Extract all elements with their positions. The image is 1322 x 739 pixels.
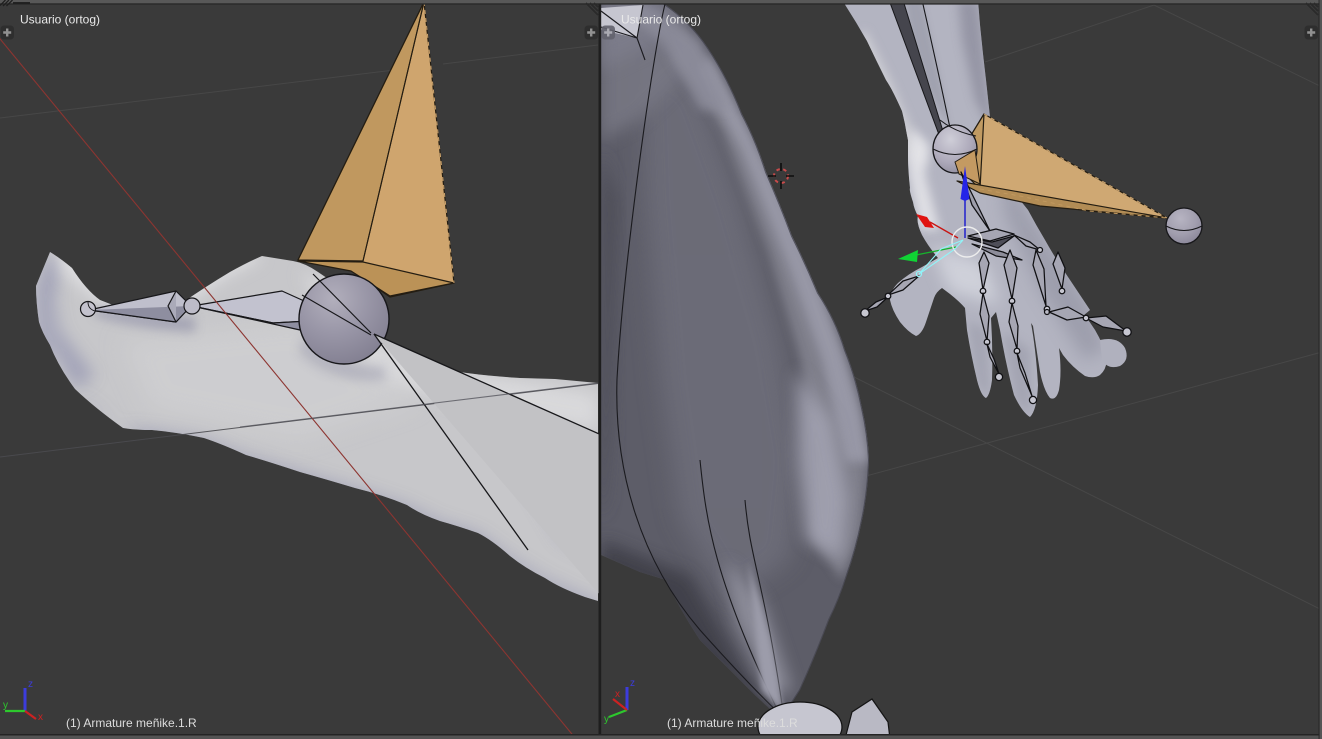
svg-text:(1) Armature meñike.1.R: (1) Armature meñike.1.R [66,716,197,730]
svg-text:Usuario (ortog): Usuario (ortog) [20,13,100,27]
svg-text:(1) Armature meñike.1.R: (1) Armature meñike.1.R [667,716,798,730]
svg-text:x: x [38,712,43,723]
svg-text:y: y [604,714,609,725]
svg-text:Usuario (ortog): Usuario (ortog) [621,13,701,27]
svg-text:z: z [28,679,33,690]
svg-text:z: z [630,678,635,689]
svg-text:x: x [615,689,620,700]
svg-text:y: y [3,700,8,711]
